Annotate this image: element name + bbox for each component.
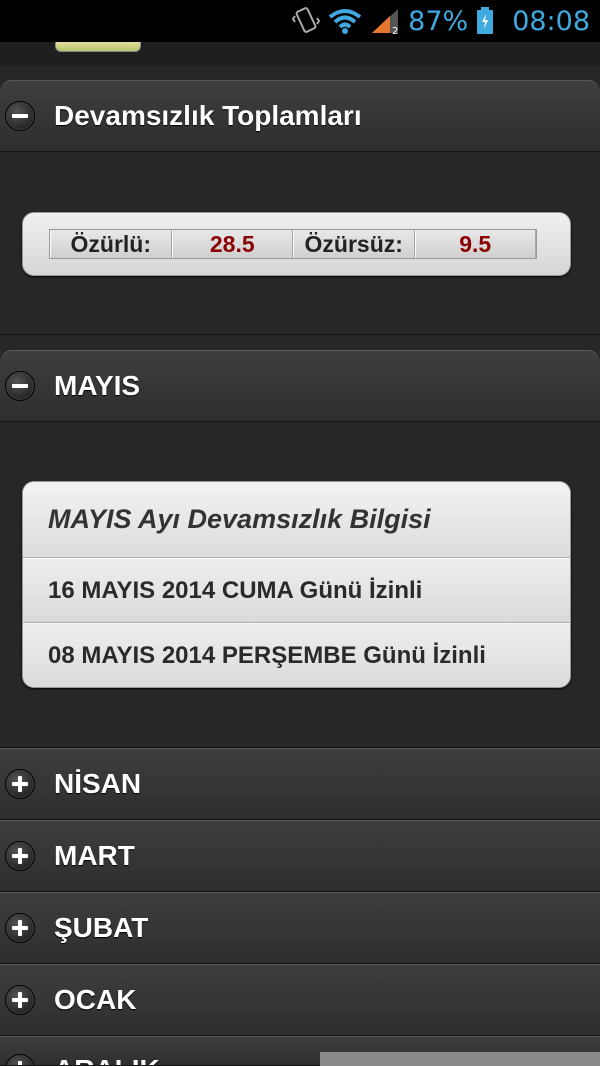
month-section-header-subat[interactable]: ŞUBAT [0,892,600,964]
month-section-title: ŞUBAT [54,912,149,943]
month-section-title: MAYIS [54,370,141,401]
month-section-title: ARALIK [54,1054,160,1065]
month-section-title: MART [54,840,135,871]
wifi-icon [328,7,362,35]
unexcused-value: 9.5 [414,230,536,258]
avatar [55,42,141,52]
svg-text:2: 2 [392,26,398,35]
month-section-header-nisan[interactable]: NİSAN [0,748,600,820]
status-bar: 2 87% 08:08 [0,0,600,42]
expand-icon [5,841,35,871]
vibrate-icon [292,6,321,36]
list-item[interactable]: 16 MAYIS 2014 CUMA Günü İzinli [23,558,570,623]
expand-icon [5,1054,35,1065]
battery-icon [476,7,494,35]
month-section-header-mart[interactable]: MART [0,820,600,892]
excused-label: Özürlü: [50,230,172,258]
top-strip [0,42,600,66]
clock: 08:08 [512,5,590,37]
signal-icon: 2 [370,7,400,35]
totals-section-header[interactable]: Devamsızlık Toplamları [0,80,600,152]
list-item[interactable]: 08 MAYIS 2014 PERŞEMBE Günü İzinli [23,623,570,687]
scrollbar[interactable] [320,1052,600,1066]
totals-card: Özürlü: 28.5 Özürsüz: 9.5 [22,212,571,276]
month-section-header-may[interactable]: MAYIS [0,350,600,422]
month-section-title: NİSAN [54,768,142,799]
collapse-icon [5,371,35,401]
expand-icon [5,985,35,1015]
collapse-icon [5,101,35,131]
excused-value: 28.5 [171,230,293,258]
totals-section-title: Devamsızlık Toplamları [54,100,362,131]
month-section-title: OCAK [54,984,137,1015]
expand-icon [5,913,35,943]
info-card-title: MAYIS Ayı Devamsızlık Bilgisi [23,482,570,558]
may-info-card: MAYIS Ayı Devamsızlık Bilgisi 16 MAYIS 2… [22,481,571,688]
expand-icon [5,769,35,799]
totals-row: Özürlü: 28.5 Özürsüz: 9.5 [49,229,537,259]
battery-percent: 87% [408,5,469,37]
unexcused-label: Özürsüz: [293,230,415,258]
month-section-header-ocak[interactable]: OCAK [0,964,600,1036]
